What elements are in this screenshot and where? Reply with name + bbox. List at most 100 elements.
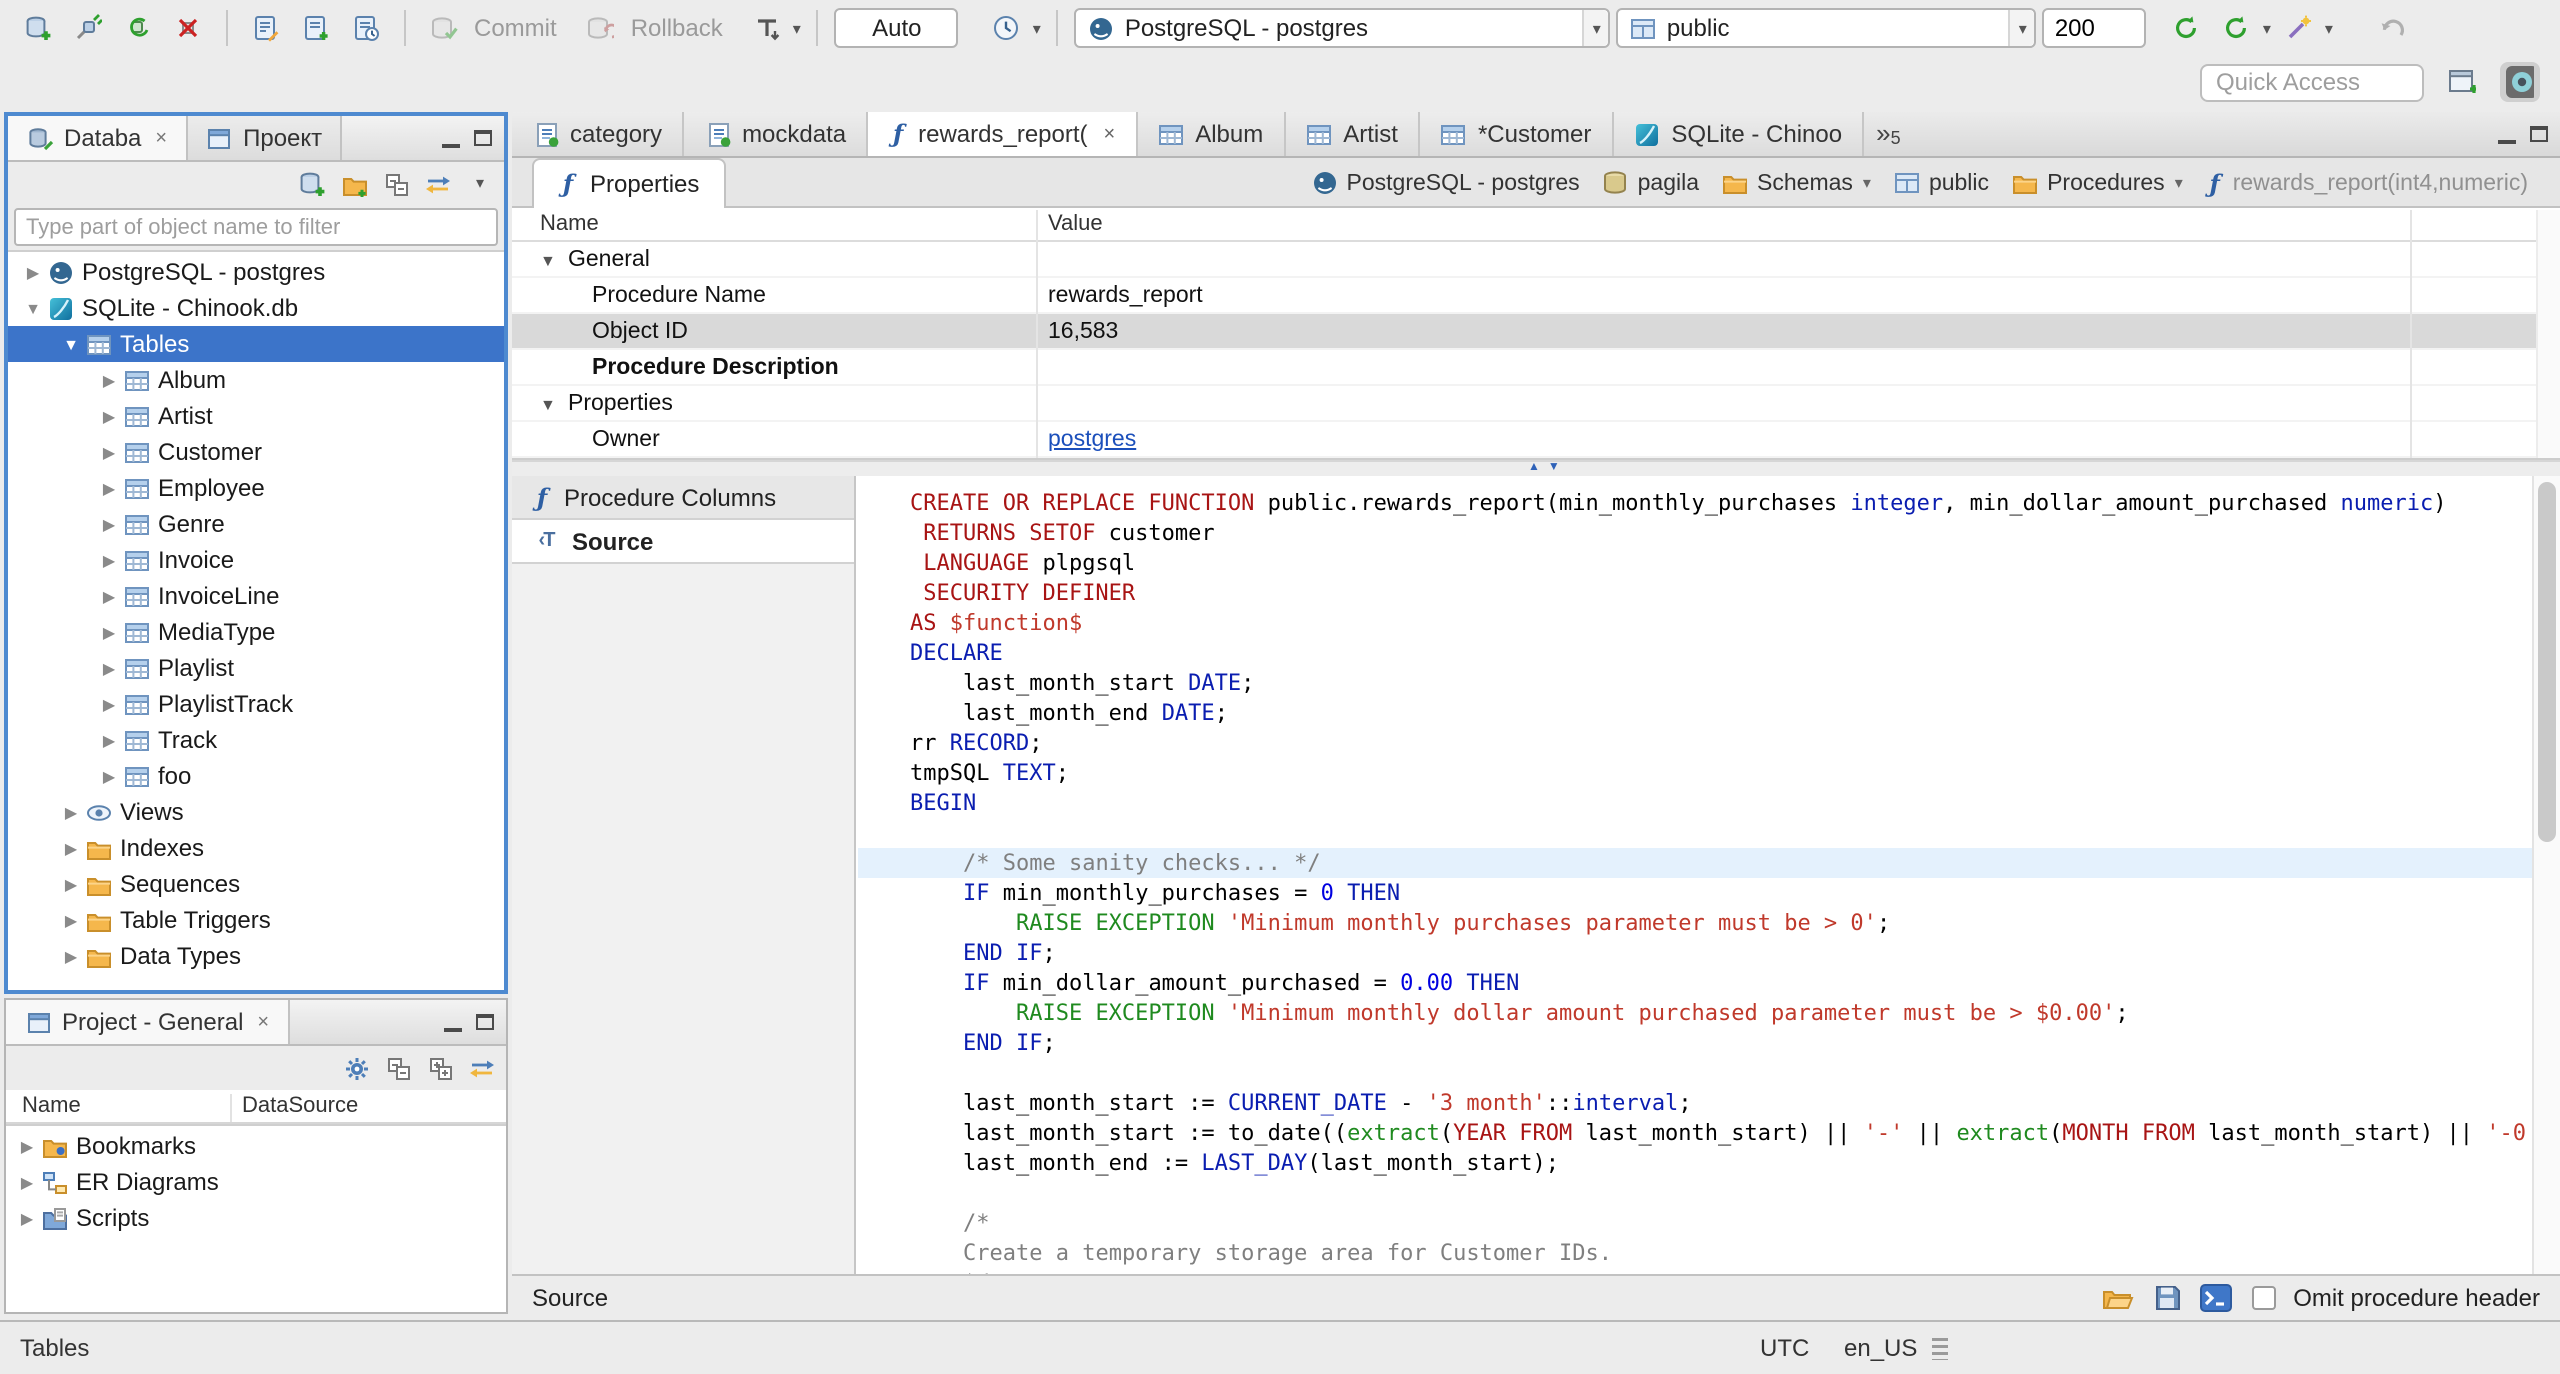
property-row-object-id[interactable]: Object ID 16,583	[512, 314, 2560, 350]
back-history-button[interactable]	[2371, 6, 2415, 50]
recent-sql-editor-button[interactable]	[344, 6, 388, 50]
chevron-down-icon[interactable]: ▾	[2175, 174, 2183, 192]
tree-item-views[interactable]: ▶ Views	[8, 794, 504, 830]
breadcrumb-item-postgresql-postgres[interactable]: PostgreSQL - postgres	[1311, 169, 1580, 197]
gear-icon[interactable]	[342, 1054, 370, 1082]
scrollbar-thumb[interactable]	[2538, 482, 2556, 842]
breadcrumb-item-schemas[interactable]: Schemas ▾	[1721, 169, 1871, 197]
editor-tab-sqlite-chinoo[interactable]: SQLite - Chinoo	[1613, 112, 1865, 156]
maximize-icon[interactable]	[2530, 126, 2548, 142]
close-icon[interactable]: ×	[257, 1011, 269, 1033]
disconnect-button[interactable]	[166, 6, 210, 50]
expanded-arrow-icon[interactable]: ▼	[540, 396, 556, 414]
tree-item-table-triggers[interactable]: ▶ Table Triggers	[8, 902, 504, 938]
tree-item-foo[interactable]: ▶ foo	[8, 758, 504, 794]
grid-code-splitter[interactable]: ▲ ▼	[512, 460, 2560, 476]
editor-tab-mockdata[interactable]: mockdata	[684, 112, 869, 156]
tree-item-invoice[interactable]: ▶ Invoice	[8, 542, 504, 578]
dbeaver-perspective-button[interactable]	[2500, 62, 2540, 102]
editor-tab-category[interactable]: category	[512, 112, 685, 156]
open-console-icon[interactable]	[2199, 1284, 2233, 1312]
collapsed-arrow-icon[interactable]: ▶	[58, 839, 84, 857]
tree-item-sqlite-chinook-db[interactable]: ▼ SQLite - Chinook.db	[8, 290, 504, 326]
column-name[interactable]: Name	[22, 1094, 81, 1118]
minimize-icon[interactable]	[444, 1027, 462, 1031]
editor-tab-rewards-report[interactable]: ƒ rewards_report(×	[868, 112, 1138, 156]
new-connection-button[interactable]	[16, 6, 60, 50]
new-folder-icon[interactable]	[340, 170, 368, 198]
tab-properties[interactable]: ƒ Properties	[532, 158, 726, 208]
expand-all-icon[interactable]	[426, 1054, 454, 1082]
view-menu-icon[interactable]: ▾	[466, 170, 494, 198]
link-with-editor-icon[interactable]	[468, 1054, 496, 1082]
collapse-all-icon[interactable]	[384, 1054, 412, 1082]
collapsed-arrow-icon[interactable]: ▶	[96, 767, 122, 785]
collapsed-arrow-icon[interactable]: ▶	[14, 1173, 40, 1191]
tree-item-scripts[interactable]: ▶ Scripts	[6, 1200, 506, 1236]
collapsed-arrow-icon[interactable]: ▶	[14, 1137, 40, 1155]
maximize-icon[interactable]	[474, 130, 492, 146]
collapsed-arrow-icon[interactable]: ▶	[58, 875, 84, 893]
omit-header-checkbox[interactable]	[2251, 1286, 2276, 1310]
collapsed-arrow-icon[interactable]: ▶	[96, 515, 122, 533]
connect-button[interactable]	[66, 6, 110, 50]
transaction-mode-button[interactable]	[745, 6, 789, 50]
collapsed-arrow-icon[interactable]: ▶	[96, 695, 122, 713]
property-row-procedure-name[interactable]: Procedure Name rewards_report	[512, 278, 2560, 314]
chevron-down-icon[interactable]: ▾	[1033, 19, 1041, 37]
omit-header-label[interactable]: Omit procedure header	[2293, 1284, 2540, 1312]
collapsed-arrow-icon[interactable]: ▶	[96, 371, 122, 389]
tree-item-employee[interactable]: ▶ Employee	[8, 470, 504, 506]
tree-item-postgresql-postgres[interactable]: ▶ PostgreSQL - postgres	[8, 254, 504, 290]
chevron-down-icon[interactable]: ▾	[793, 19, 801, 37]
tree-item-playlisttrack[interactable]: ▶ PlaylistTrack	[8, 686, 504, 722]
tree-item-artist[interactable]: ▶ Artist	[8, 398, 504, 434]
quick-access-input[interactable]	[2200, 63, 2424, 101]
column-value[interactable]: Value	[1048, 212, 1103, 236]
splitter-handle[interactable]: ▲ ▼	[1528, 462, 1560, 474]
tree-item-mediatype[interactable]: ▶ MediaType	[8, 614, 504, 650]
column-name[interactable]: Name	[540, 212, 599, 236]
close-icon[interactable]: ×	[1104, 123, 1116, 145]
splitter-up-icon[interactable]: ▲	[1528, 462, 1540, 474]
save-to-file-icon[interactable]	[2153, 1284, 2181, 1312]
rollback-button[interactable]	[579, 6, 623, 50]
tab-projects[interactable]: Проект	[187, 116, 343, 160]
property-row-procedure-description[interactable]: Procedure Description	[512, 350, 2560, 386]
sql-editor-button[interactable]	[244, 6, 288, 50]
collapsed-arrow-icon[interactable]: ▶	[58, 803, 84, 821]
schema-combo[interactable]: public ▾	[1616, 8, 2037, 48]
collapse-all-icon[interactable]	[382, 170, 410, 198]
tree-item-genre[interactable]: ▶ Genre	[8, 506, 504, 542]
chevron-down-icon[interactable]: ▾	[1863, 174, 1871, 192]
tree-item-indexes[interactable]: ▶ Indexes	[8, 830, 504, 866]
tree-item-tables[interactable]: ▼ Tables	[8, 326, 504, 362]
expanded-arrow-icon[interactable]: ▼	[540, 252, 556, 270]
chevron-down-icon[interactable]: ▾	[1582, 10, 1609, 46]
code-scrollbar[interactable]	[2532, 476, 2560, 1274]
tree-item-album[interactable]: ▶ Album	[8, 362, 504, 398]
collapsed-arrow-icon[interactable]: ▶	[96, 407, 122, 425]
collapsed-arrow-icon[interactable]: ▶	[96, 623, 122, 641]
tree-item-playlist[interactable]: ▶ Playlist	[8, 650, 504, 686]
commit-mode-combo[interactable]: Auto	[834, 8, 959, 48]
tree-item-data-types[interactable]: ▶ Data Types	[8, 938, 504, 974]
collapsed-arrow-icon[interactable]: ▶	[96, 551, 122, 569]
auto-refresh-button[interactable]	[2215, 6, 2259, 50]
refresh-button[interactable]	[2165, 6, 2209, 50]
maximize-icon[interactable]	[476, 1014, 494, 1030]
tree-item-er-diagrams[interactable]: ▶ ER Diagrams	[6, 1164, 506, 1200]
breadcrumb-item-procedures[interactable]: Procedures ▾	[2011, 169, 2183, 197]
minimize-icon[interactable]	[442, 143, 460, 147]
minimize-icon[interactable]	[2498, 139, 2516, 143]
timezone-label[interactable]: UTC	[1760, 1334, 1809, 1362]
connection-combo[interactable]: PostgreSQL - postgres ▾	[1074, 8, 1611, 48]
reconnect-button[interactable]	[116, 6, 160, 50]
grid-scrollbar[interactable]	[2536, 210, 2560, 458]
editor-tab-album[interactable]: Album	[1137, 112, 1286, 156]
tab-project-general[interactable]: Project - General ×	[6, 1000, 290, 1044]
breadcrumb-item-rewards-report-int4-numeric[interactable]: ƒ rewards_report(int4,numeric)	[2205, 169, 2528, 197]
locale-label[interactable]: en_US	[1844, 1334, 1917, 1362]
expanded-arrow-icon[interactable]: ▼	[20, 299, 46, 317]
collapsed-arrow-icon[interactable]: ▶	[20, 263, 46, 281]
